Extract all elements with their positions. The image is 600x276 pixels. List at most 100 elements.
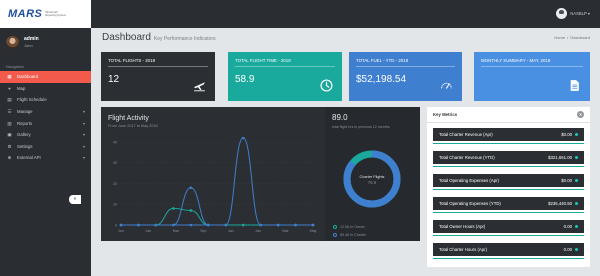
metric-row: Total Operating Expenses (Apr) $0.00	[433, 174, 584, 187]
data-point[interactable]	[154, 223, 158, 227]
app: MARS Mil Aircraft Reporting System admin…	[0, 0, 600, 276]
stat-title: TOTAL FLIGHTS - 2018	[108, 58, 208, 67]
metric-progress-bar	[433, 189, 584, 190]
data-point[interactable]	[294, 223, 297, 227]
flight-activity-chart: 0 10 20 30 40 Jun Jan Mar Sep Jan Jan Mar May	[113, 137, 317, 233]
x-tick-label: Jan	[146, 229, 152, 233]
metric-progress-bar	[433, 258, 584, 259]
map-icon: ⌖	[8, 85, 11, 91]
sidebar-item-flight-schedule[interactable]: ▤ Flight Schedule	[0, 94, 91, 106]
stat-card-total-flights[interactable]: TOTAL FLIGHTS - 2018 12	[101, 52, 215, 101]
metric-value: 0.00	[563, 224, 572, 229]
data-point[interactable]	[189, 223, 193, 227]
status-dot-icon	[575, 225, 578, 228]
status-dot-icon	[575, 248, 578, 251]
x-tick-label: Mar	[282, 229, 289, 233]
legend-owner: 12.08 hr Owner	[333, 225, 365, 229]
legend-charter-label: 85.48 hr Charter	[340, 233, 367, 237]
data-point[interactable]	[241, 223, 245, 227]
status-dot-icon	[575, 202, 578, 205]
metric-value: $236,440.50	[548, 201, 572, 206]
metric-row: Total Charter Hours (Apr) 0.00	[433, 243, 584, 256]
page-header: Dashboard Key Performance Indicators	[102, 32, 216, 43]
metric-row: Total Charter Revenue (YTD) $321,651.00	[433, 151, 584, 164]
data-point[interactable]	[224, 223, 228, 227]
data-point[interactable]	[189, 209, 193, 212]
series-line	[120, 207, 313, 226]
data-point[interactable]	[137, 223, 140, 227]
data-point[interactable]	[311, 223, 315, 227]
sidebar-item-settings[interactable]: ⚙ Settings ▾	[0, 141, 91, 153]
user-avatar-icon	[556, 8, 568, 19]
main-content: Dashboard Key Performance Indicators Hom…	[91, 28, 600, 276]
sidebar-item-external-api[interactable]: ⊕ External API ▾	[0, 152, 91, 164]
user-name: admin	[24, 36, 39, 42]
metric-row: Total Charter Revenue (Apr) $0.00	[433, 128, 584, 141]
data-point[interactable]	[172, 223, 175, 227]
y-tick-label: 0	[115, 223, 117, 227]
collapse-sidebar-button[interactable]: «	[69, 195, 81, 204]
logo[interactable]: MARS Mil Aircraft Reporting System	[0, 0, 91, 28]
stat-card-monthly-summary[interactable]: MONTHLY SUMMARY - May, 2018	[474, 52, 590, 101]
logo-tagline: Mil Aircraft Reporting System	[45, 11, 67, 17]
status-dot-icon	[575, 156, 578, 159]
sidebar-item-label: Manage	[17, 109, 33, 115]
sidebar-item-map[interactable]: ⌖ Map	[0, 83, 91, 95]
user-menu-label: NASBLP ▾	[570, 11, 590, 16]
stat-title: MONTHLY SUMMARY - May, 2018	[481, 58, 583, 67]
stat-card-total-flight-time[interactable]: TOTAL FLIGHT TIME - 2018 58.9	[228, 52, 342, 101]
sidebar-item-gallery[interactable]: ▣ Gallery ▾	[0, 129, 91, 141]
series-line	[120, 137, 313, 226]
breadcrumb: Home / Dashboard	[554, 35, 590, 40]
sidebar-item-reports[interactable]: ▥ Reports ▾	[0, 117, 91, 129]
data-point[interactable]	[172, 207, 175, 210]
sidebar: MARS Mil Aircraft Reporting System admin…	[0, 0, 91, 276]
stat-card-total-fuel[interactable]: TOTAL FUEL - YTD - 2018 $52,198.54	[349, 52, 462, 101]
donut-value: 76.9	[368, 180, 377, 185]
sidebar-item-label: Map	[17, 85, 26, 91]
sidebar-item-manage[interactable]: ☰ Manage ▾	[0, 106, 91, 118]
gauge-icon	[441, 82, 452, 89]
charter-donut-chart: Charter Flights76.9	[343, 150, 401, 208]
y-tick-label: 20	[113, 182, 117, 186]
metric-value: 0.00	[563, 247, 572, 252]
key-metrics-panel: Key Metrics ✕ Total Charter Revenue (Apr…	[427, 107, 590, 267]
summary-value: 89.0	[332, 113, 348, 122]
x-tick-label: Mar	[173, 229, 180, 233]
topbar: NASBLP ▾	[91, 0, 600, 28]
data-point[interactable]	[241, 137, 245, 140]
metric-progress-bar	[433, 235, 584, 236]
metric-value: $321,651.00	[548, 155, 572, 160]
dashboard-icon: ▦	[7, 74, 12, 80]
data-point[interactable]	[259, 223, 262, 227]
nav-heading: Navigation	[6, 65, 24, 69]
stat-title: TOTAL FUEL - YTD - 2018	[356, 58, 455, 67]
user-panel[interactable]: admin John	[0, 29, 91, 55]
x-tick-label: May	[310, 229, 317, 233]
data-point[interactable]	[119, 223, 123, 227]
metric-value: $0.00	[561, 132, 572, 137]
data-point[interactable]	[276, 223, 280, 227]
breadcrumb-home[interactable]: Home	[554, 35, 565, 40]
user-menu[interactable]: NASBLP ▾	[556, 8, 590, 19]
legend-owner-marker	[333, 225, 337, 229]
sidebar-item-dashboard[interactable]: ▦ Dashboard	[0, 71, 91, 83]
metric-value: $0.00	[561, 178, 572, 183]
chevron-down-icon: ▾	[82, 132, 85, 138]
avatar	[6, 35, 19, 49]
data-point[interactable]	[189, 186, 193, 189]
close-icon[interactable]: ✕	[577, 111, 584, 118]
metric-label: Total Operating Expenses (YTD)	[439, 201, 501, 206]
flight-hours-summary: 89.0 total flight hrs in previous 12 mon…	[325, 107, 420, 241]
metric-label: Total Operating Expenses (Apr)	[439, 178, 499, 183]
summary-subtitle: total flight hrs in previous 12 months	[332, 125, 390, 129]
data-point[interactable]	[206, 223, 210, 227]
y-tick-label: 10	[113, 203, 117, 207]
x-tick-label: Jun	[118, 229, 124, 233]
chevron-down-icon: ▾	[82, 109, 85, 115]
key-metrics-header: Key Metrics ✕	[427, 107, 590, 123]
metric-progress-bar	[433, 143, 584, 144]
series-line	[120, 187, 313, 226]
chevron-down-icon: ▾	[82, 120, 85, 126]
sidebar-item-label: Gallery	[17, 132, 31, 138]
